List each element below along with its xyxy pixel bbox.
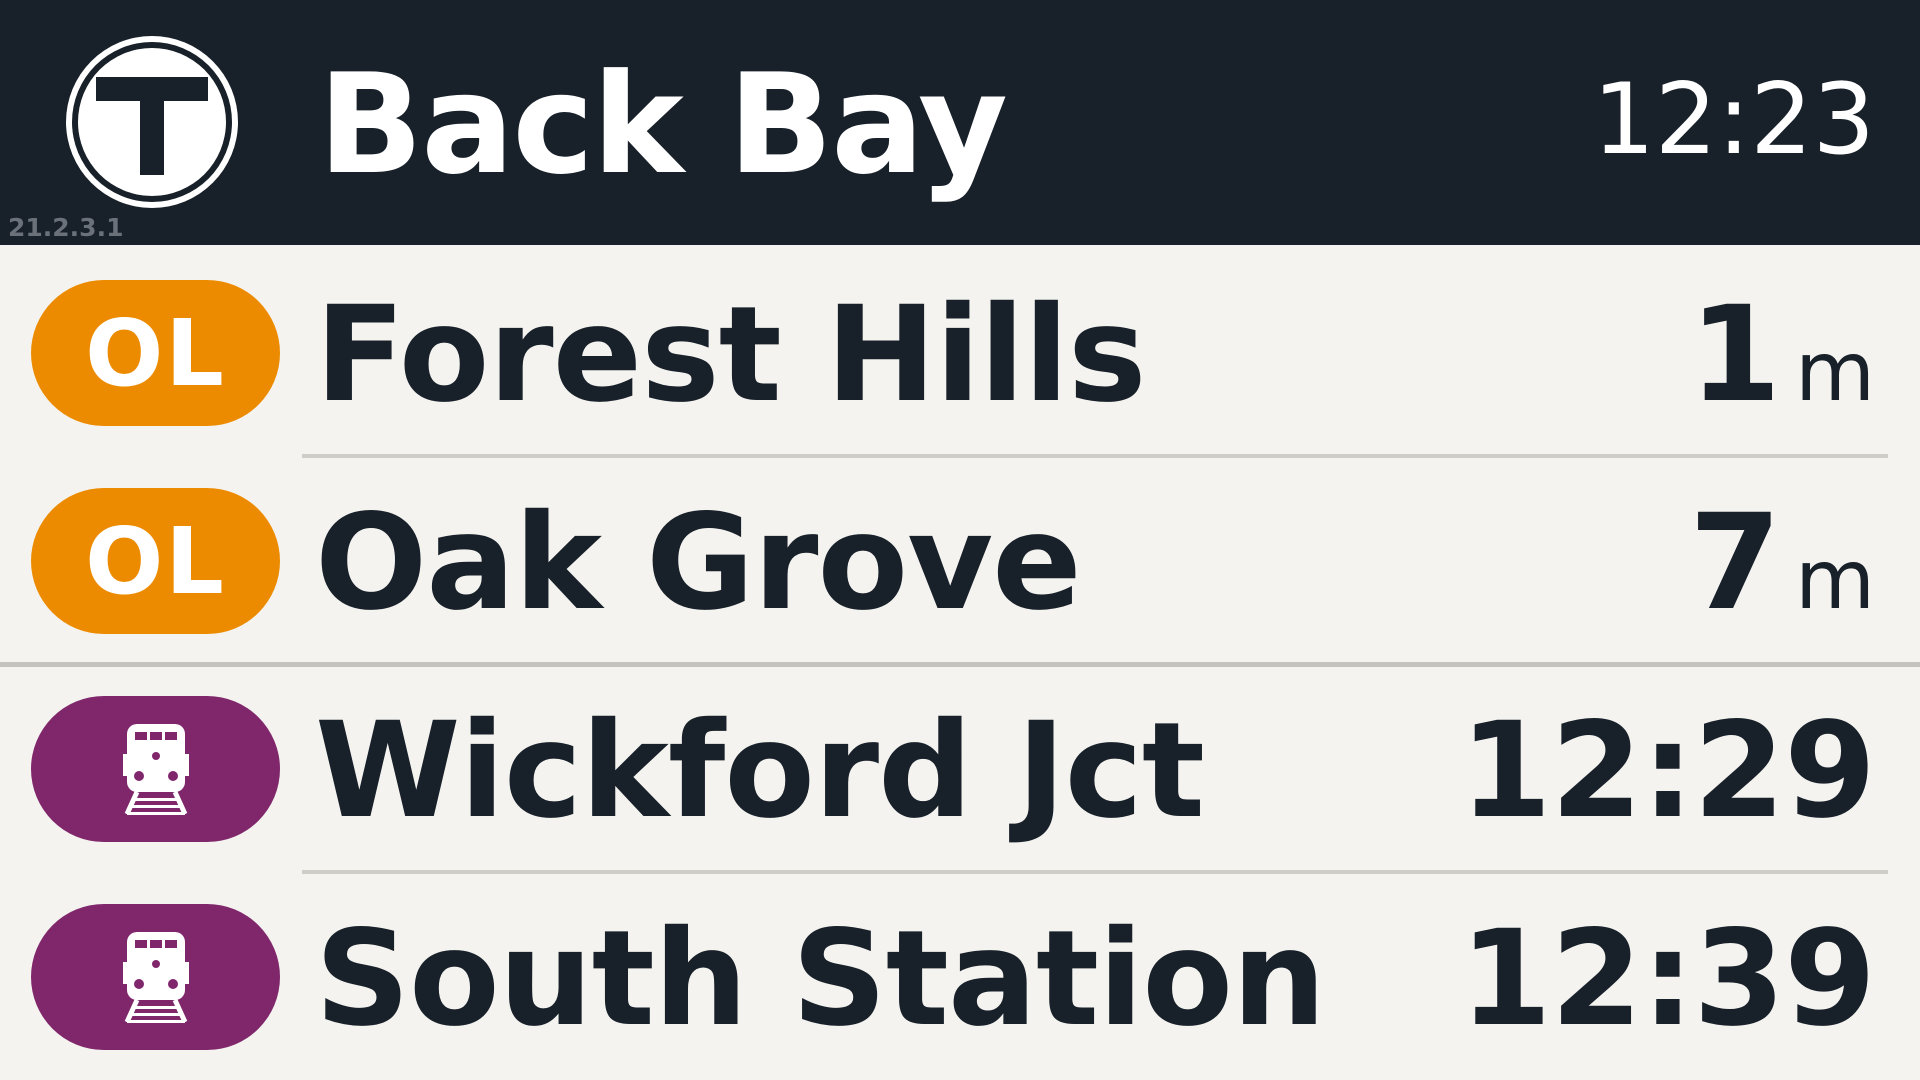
route-label: OL (85, 507, 226, 615)
departure-row: Wickford Jct 12:29 (0, 664, 1920, 872)
commuter-rail-badge (31, 696, 280, 842)
station-name: Back Bay (318, 44, 1008, 205)
destination-name: South Station (315, 902, 1326, 1056)
commuter-rail-badge (31, 904, 280, 1050)
departure-clock-time: 12:29 (1459, 694, 1876, 848)
departure-time: 1 m (1689, 280, 1875, 448)
departure-row: South Station 12:39 (0, 872, 1920, 1080)
departure-screen: Back Bay 12:23 21.2.3.1 OL Forest Hills … (0, 0, 1920, 1080)
destination-name: Oak Grove (315, 486, 1082, 640)
minutes-value: 7 (1689, 486, 1782, 640)
departure-row: OL Forest Hills 1 m (0, 247, 1920, 455)
departure-time: 7 m (1689, 488, 1875, 656)
orange-line-badge: OL (31, 488, 280, 634)
departure-row: OL Oak Grove 7 m (0, 455, 1920, 663)
commuter-rail-train-icon (122, 932, 189, 1024)
commuter-rail-train-icon (122, 724, 189, 816)
minutes-unit: m (1795, 533, 1875, 628)
destination-name: Wickford Jct (315, 694, 1205, 848)
minutes-unit: m (1795, 325, 1875, 420)
departure-time: 12:29 (1459, 694, 1876, 848)
route-label: OL (85, 299, 226, 407)
orange-line-badge: OL (31, 280, 280, 426)
mbta-t-logo-icon (66, 36, 238, 208)
version-label: 21.2.3.1 (8, 213, 124, 242)
departure-clock-time: 12:39 (1459, 902, 1876, 1056)
destination-name: Forest Hills (315, 278, 1147, 432)
header: Back Bay 12:23 21.2.3.1 (0, 0, 1920, 245)
current-time: 12:23 (1592, 63, 1875, 177)
minutes-value: 1 (1689, 278, 1782, 432)
departure-time: 12:39 (1459, 902, 1876, 1056)
